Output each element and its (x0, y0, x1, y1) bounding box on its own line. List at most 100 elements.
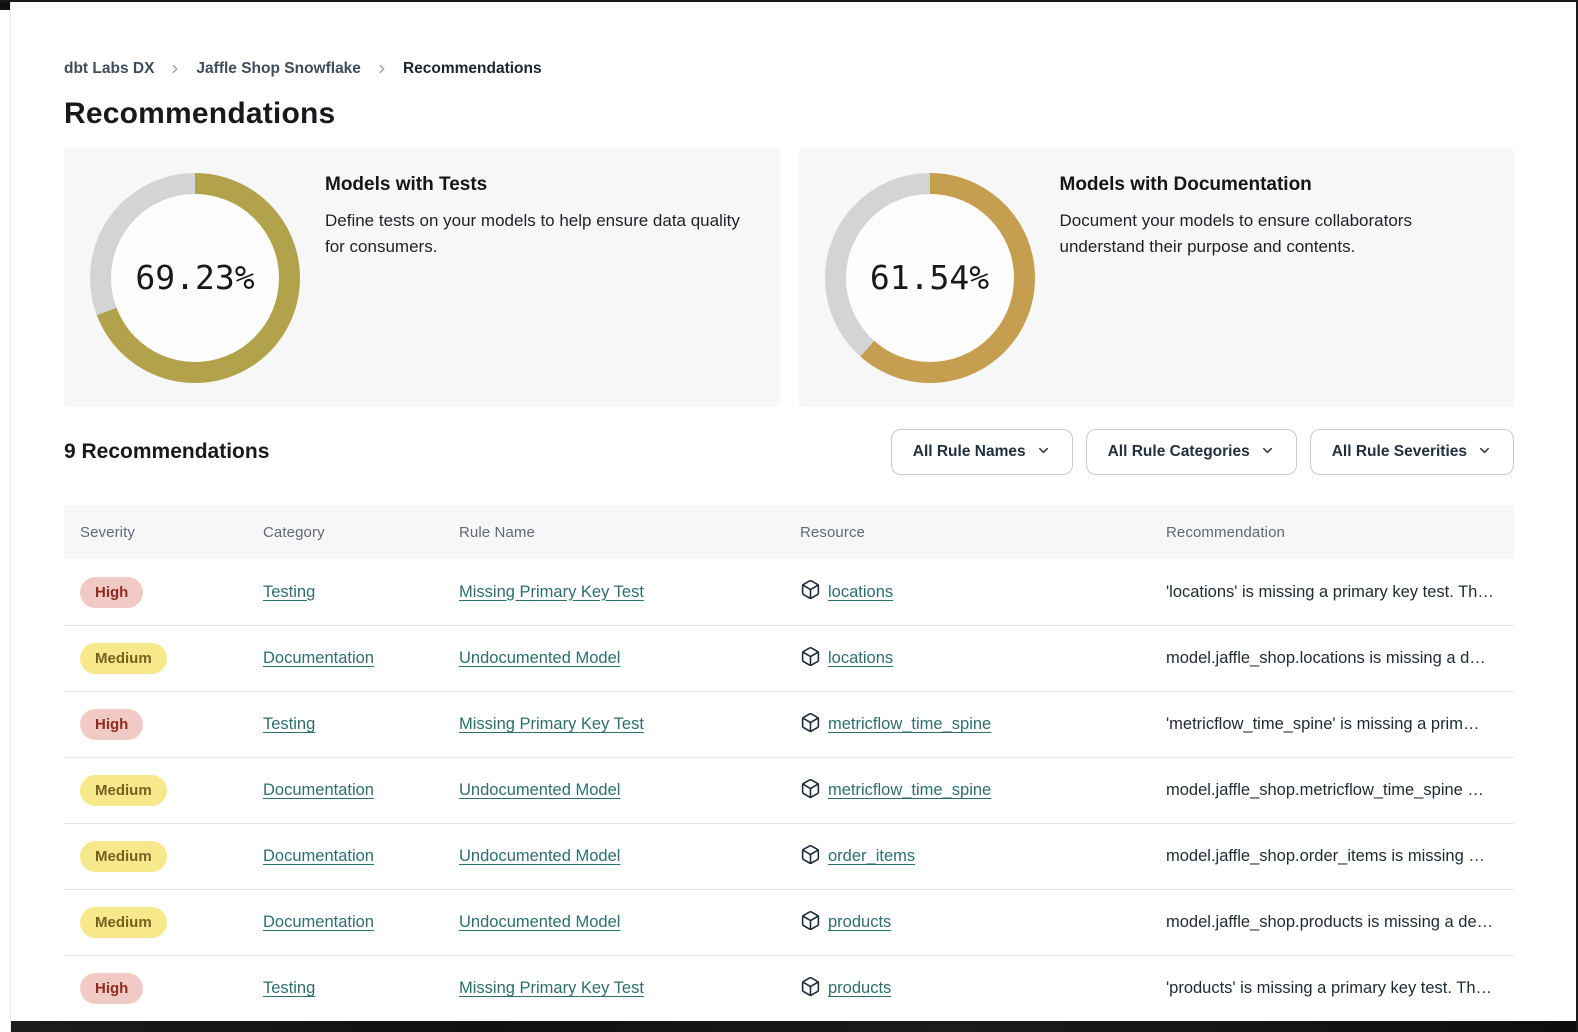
card-title: Models with Documentation (1060, 174, 1495, 196)
rule-name-link[interactable]: Missing Primary Key Test (459, 715, 644, 733)
category-cell: Testing (263, 583, 459, 602)
table-body: High Testing Missing Primary Key Test lo… (64, 559, 1514, 1021)
model-box-icon (800, 778, 821, 804)
severity-badge: High (80, 709, 143, 740)
category-cell: Documentation (263, 913, 459, 932)
rule-name-cell: Undocumented Model (459, 913, 800, 932)
recommendations-list-header: 9 Recommendations All Rule Names All Rul… (64, 429, 1514, 475)
column-header-resource: Resource (800, 524, 1166, 541)
breadcrumb: dbt Labs DX Jaffle Shop Snowflake Recomm… (64, 2, 1514, 78)
rule-names-filter-dropdown[interactable]: All Rule Names (891, 429, 1073, 475)
card-text: Models with Tests Define tests on your m… (325, 148, 780, 407)
rule-categories-filter-dropdown[interactable]: All Rule Categories (1086, 429, 1297, 475)
category-link[interactable]: Documentation (263, 847, 374, 865)
models-with-documentation-card: 61.54% Models with Documentation Documen… (799, 148, 1515, 407)
rule-name-cell: Undocumented Model (459, 847, 800, 866)
breadcrumb-item-recommendations: Recommendations (403, 60, 542, 78)
severity-badge: Medium (80, 643, 167, 674)
table-row: High Testing Missing Primary Key Test lo… (64, 559, 1514, 625)
resource-link[interactable]: products (828, 913, 891, 932)
rule-name-cell: Undocumented Model (459, 649, 800, 668)
column-header-recommendation: Recommendation (1166, 524, 1514, 541)
severity-badge: High (80, 973, 143, 1004)
category-link[interactable]: Documentation (263, 649, 374, 667)
table-row: Medium Documentation Undocumented Model … (64, 757, 1514, 823)
tests-donut-chart: 69.23% (90, 173, 300, 383)
recommendation-text: 'metricflow_time_spine' is missing a pri… (1166, 715, 1514, 734)
app-window: dbt Labs DX Jaffle Shop Snowflake Recomm… (0, 0, 1578, 1032)
resource-link[interactable]: products (828, 979, 891, 998)
recommendation-text: 'products' is missing a primary key test… (1166, 979, 1514, 998)
category-link[interactable]: Testing (263, 583, 315, 601)
model-box-icon (800, 976, 821, 1002)
severity-badge: Medium (80, 775, 167, 806)
card-title: Models with Tests (325, 174, 760, 196)
rule-name-link[interactable]: Undocumented Model (459, 847, 620, 865)
resource-link[interactable]: metricflow_time_spine (828, 715, 991, 734)
category-link[interactable]: Testing (263, 715, 315, 733)
chevron-down-icon (1477, 442, 1492, 463)
table-row: High Testing Missing Primary Key Test pr… (64, 955, 1514, 1021)
stat-cards: 69.23% Models with Tests Define tests on… (64, 148, 1514, 407)
column-header-category: Category (263, 524, 459, 541)
chevron-right-icon (168, 62, 182, 76)
severity-badge: Medium (80, 841, 167, 872)
rule-severities-filter-dropdown[interactable]: All Rule Severities (1310, 429, 1514, 475)
category-cell: Documentation (263, 847, 459, 866)
table-row: Medium Documentation Undocumented Model … (64, 889, 1514, 955)
filter-group: All Rule Names All Rule Categories All R… (891, 429, 1514, 475)
recommendation-text: model.jaffle_shop.products is missing a … (1166, 913, 1514, 932)
documentation-percent-value: 61.54% (825, 173, 1035, 383)
rule-name-link[interactable]: Undocumented Model (459, 649, 620, 667)
category-link[interactable]: Testing (263, 979, 315, 997)
card-description: Define tests on your models to help ensu… (325, 208, 760, 260)
model-box-icon (800, 844, 821, 870)
category-link[interactable]: Documentation (263, 913, 374, 931)
resource-cell: locations (800, 579, 1166, 605)
resource-link[interactable]: locations (828, 583, 893, 602)
severity-cell: Medium (80, 775, 263, 806)
severity-cell: High (80, 577, 263, 608)
recommendations-count: 9 Recommendations (64, 440, 269, 464)
resource-cell: products (800, 910, 1166, 936)
model-box-icon (800, 579, 821, 605)
tests-percent-value: 69.23% (90, 173, 300, 383)
recommendation-text: model.jaffle_shop.metricflow_time_spine … (1166, 781, 1514, 800)
severity-cell: Medium (80, 907, 263, 938)
rule-name-link[interactable]: Undocumented Model (459, 913, 620, 931)
column-header-severity: Severity (80, 524, 263, 541)
filter-label: All Rule Names (913, 443, 1026, 461)
rule-name-link[interactable]: Missing Primary Key Test (459, 583, 644, 601)
chevron-right-icon (375, 62, 389, 76)
filter-label: All Rule Severities (1332, 443, 1467, 461)
page-title: Recommendations (64, 97, 1514, 131)
breadcrumb-item-jaffle-shop-snowflake[interactable]: Jaffle Shop Snowflake (196, 60, 361, 78)
resource-cell: order_items (800, 844, 1166, 870)
recommendation-text: model.jaffle_shop.locations is missing a… (1166, 649, 1514, 668)
rule-name-link[interactable]: Undocumented Model (459, 781, 620, 799)
category-cell: Documentation (263, 649, 459, 668)
resource-link[interactable]: locations (828, 649, 893, 668)
filter-label: All Rule Categories (1108, 443, 1250, 461)
severity-cell: High (80, 709, 263, 740)
rule-name-cell: Undocumented Model (459, 781, 800, 800)
rule-name-cell: Missing Primary Key Test (459, 583, 800, 602)
rule-name-cell: Missing Primary Key Test (459, 979, 800, 998)
resource-cell: metricflow_time_spine (800, 712, 1166, 738)
column-header-rule-name: Rule Name (459, 524, 800, 541)
table-row: Medium Documentation Undocumented Model … (64, 625, 1514, 691)
breadcrumb-item-dbt-labs-dx[interactable]: dbt Labs DX (64, 60, 154, 78)
rule-name-cell: Missing Primary Key Test (459, 715, 800, 734)
model-box-icon (800, 910, 821, 936)
resource-cell: metricflow_time_spine (800, 778, 1166, 804)
severity-cell: Medium (80, 643, 263, 674)
models-with-tests-card: 69.23% Models with Tests Define tests on… (64, 148, 780, 407)
recommendations-table: Severity Category Rule Name Resource Rec… (64, 505, 1514, 1021)
rule-name-link[interactable]: Missing Primary Key Test (459, 979, 644, 997)
table-header-row: Severity Category Rule Name Resource Rec… (64, 505, 1514, 559)
viewport-cutoff-band (11, 1021, 1576, 1032)
category-link[interactable]: Documentation (263, 781, 374, 799)
resource-link[interactable]: order_items (828, 847, 915, 866)
resource-link[interactable]: metricflow_time_spine (828, 781, 991, 800)
model-box-icon (800, 646, 821, 672)
